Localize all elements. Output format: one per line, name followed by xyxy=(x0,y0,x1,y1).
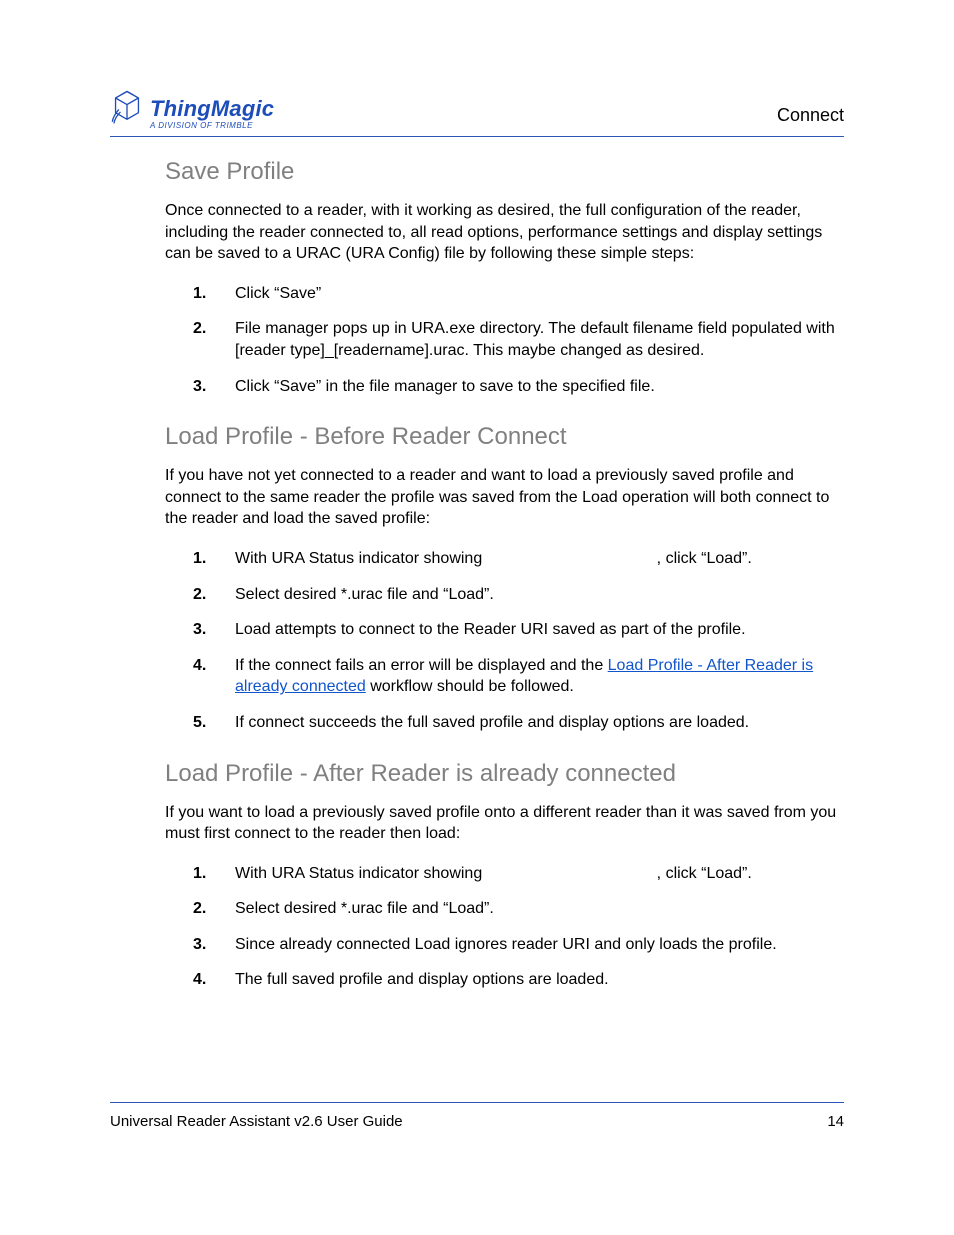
step-number: 1. xyxy=(165,548,235,570)
page-footer: Universal Reader Assistant v2.6 User Gui… xyxy=(110,1102,844,1130)
list-item: 3. Since already connected Load ignores … xyxy=(165,934,844,956)
list-item: 1. With URA Status indicator showing , c… xyxy=(165,548,844,570)
load-after-steps: 1. With URA Status indicator showing , c… xyxy=(165,863,844,991)
step-text-part-a: With URA Status indicator showing xyxy=(235,865,487,882)
step-text: With URA Status indicator showing , clic… xyxy=(235,548,844,570)
load-after-heading: Load Profile - After Reader is already c… xyxy=(165,760,844,788)
step-text-part-b: , click “Load”. xyxy=(657,550,752,567)
footer-guide-title: Universal Reader Assistant v2.6 User Gui… xyxy=(110,1113,403,1130)
step-number: 3. xyxy=(165,376,235,398)
step-text: Select desired *.urac file and “Load”. xyxy=(235,584,844,606)
step-number: 5. xyxy=(165,712,235,734)
step-number: 3. xyxy=(165,934,235,956)
load-before-heading: Load Profile - Before Reader Connect xyxy=(165,423,844,451)
load-before-intro: If you have not yet connected to a reade… xyxy=(165,465,844,530)
step-text-part-a: With URA Status indicator showing xyxy=(235,550,487,567)
step-number: 2. xyxy=(165,584,235,606)
thingmagic-cube-icon xyxy=(110,89,144,130)
step-number: 4. xyxy=(165,655,235,677)
section-heading: Connect xyxy=(777,105,844,126)
step-number: 1. xyxy=(165,283,235,305)
page-header: ThingMagic A DIVISION OF TRIMBLE Connect xyxy=(110,78,844,137)
step-number: 2. xyxy=(165,318,235,340)
page: ThingMagic A DIVISION OF TRIMBLE Connect… xyxy=(0,0,954,1235)
step-text: Since already connected Load ignores rea… xyxy=(235,934,844,956)
page-content: Save Profile Once connected to a reader,… xyxy=(165,158,844,1017)
list-item: 4. If the connect fails an error will be… xyxy=(165,655,844,698)
brand-text: ThingMagic A DIVISION OF TRIMBLE xyxy=(150,98,274,130)
step-text: Click “Save” xyxy=(235,283,844,305)
save-profile-intro: Once connected to a reader, with it work… xyxy=(165,200,844,265)
step-text-part-b: , click “Load”. xyxy=(657,865,752,882)
brand-tagline: A DIVISION OF TRIMBLE xyxy=(150,122,274,130)
brand-logo: ThingMagic A DIVISION OF TRIMBLE xyxy=(110,89,274,130)
list-item: 2. File manager pops up in URA.exe direc… xyxy=(165,318,844,361)
step-text: Load attempts to connect to the Reader U… xyxy=(235,619,844,641)
step-text: With URA Status indicator showing , clic… xyxy=(235,863,844,885)
list-item: 3. Load attempts to connect to the Reade… xyxy=(165,619,844,641)
list-item: 2. Select desired *.urac file and “Load”… xyxy=(165,584,844,606)
step-number: 2. xyxy=(165,898,235,920)
list-item: 3. Click “Save” in the file manager to s… xyxy=(165,376,844,398)
step-text: Click “Save” in the file manager to save… xyxy=(235,376,844,398)
list-item: 5. If connect succeeds the full saved pr… xyxy=(165,712,844,734)
step-number: 4. xyxy=(165,969,235,991)
load-before-steps: 1. With URA Status indicator showing , c… xyxy=(165,548,844,734)
step-text: If connect succeeds the full saved profi… xyxy=(235,712,844,734)
step-number: 1. xyxy=(165,863,235,885)
step-number: 3. xyxy=(165,619,235,641)
list-item: 1. Click “Save” xyxy=(165,283,844,305)
load-after-intro: If you want to load a previously saved p… xyxy=(165,802,844,845)
footer-page-number: 14 xyxy=(827,1113,844,1130)
step-text-part-b: workflow should be followed. xyxy=(366,678,574,695)
list-item: 2. Select desired *.urac file and “Load”… xyxy=(165,898,844,920)
list-item: 1. With URA Status indicator showing , c… xyxy=(165,863,844,885)
step-text: If the connect fails an error will be di… xyxy=(235,655,844,698)
step-text: Select desired *.urac file and “Load”. xyxy=(235,898,844,920)
brand-name: ThingMagic xyxy=(150,98,274,120)
list-item: 4. The full saved profile and display op… xyxy=(165,969,844,991)
step-text-part-a: If the connect fails an error will be di… xyxy=(235,657,608,674)
save-profile-steps: 1. Click “Save” 2. File manager pops up … xyxy=(165,283,844,397)
save-profile-heading: Save Profile xyxy=(165,158,844,186)
step-text: The full saved profile and display optio… xyxy=(235,969,844,991)
step-text: File manager pops up in URA.exe director… xyxy=(235,318,844,361)
